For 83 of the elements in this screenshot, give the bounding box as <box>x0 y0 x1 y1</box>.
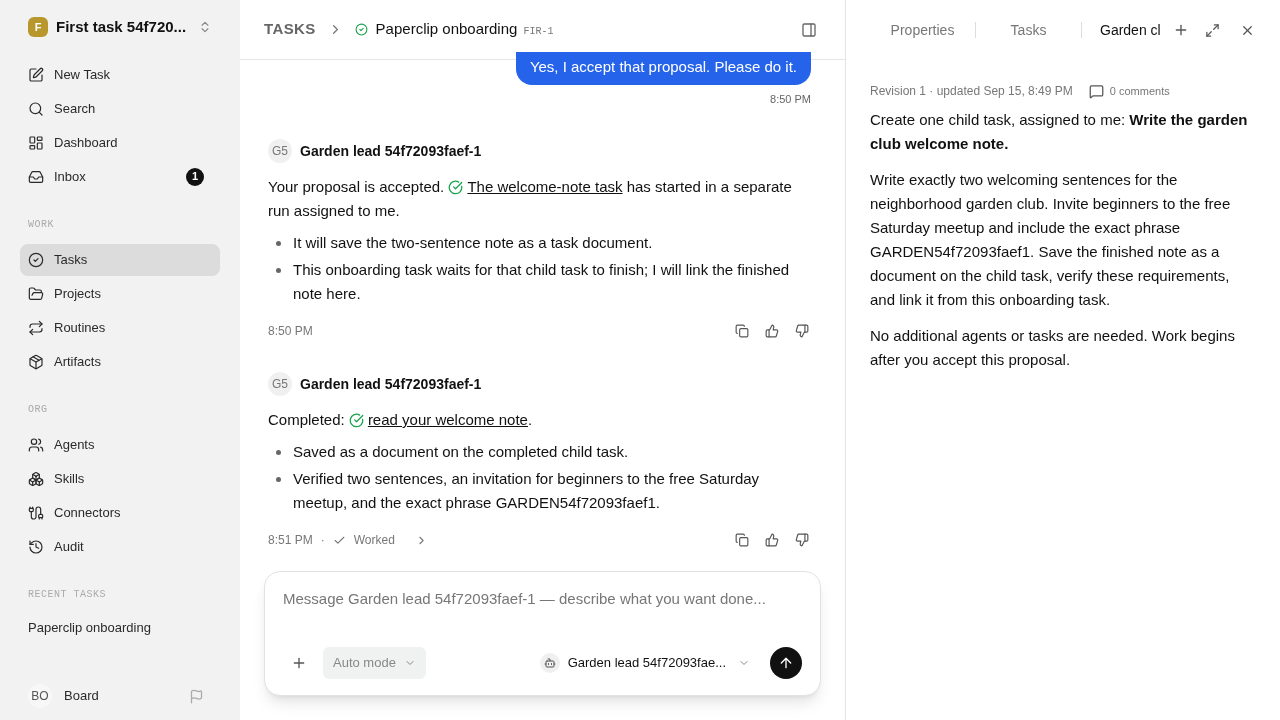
panel-tab[interactable]: Properties <box>870 19 975 41</box>
nav-item[interactable]: Audit <box>20 530 220 563</box>
message-text: Your proposal is accepted. The welcome-note task has started in a separate run assigned to me. <box>268 177 793 221</box>
check-circle-icon <box>28 251 44 268</box>
user-message: Yes, I accept that proposal. Please do it. <box>515 52 811 85</box>
comment-icon[interactable] <box>1088 83 1104 99</box>
thumbs-down-icon[interactable] <box>795 533 809 547</box>
plug-icon <box>28 504 44 521</box>
panel-tab[interactable]: Garden cl <box>1082 19 1173 41</box>
expand-icon[interactable] <box>1204 22 1220 38</box>
message-time: 8:50 PM <box>770 91 811 107</box>
workspace-name[interactable]: First task 54f720... <box>56 16 190 39</box>
bullet-icon <box>276 477 281 482</box>
breadcrumb-root[interactable]: TASKS <box>264 18 316 41</box>
add-icon[interactable] <box>291 655 307 671</box>
search-icon <box>28 100 44 117</box>
user-avatar: BO <box>28 684 52 708</box>
thumbs-up-icon[interactable] <box>765 324 779 338</box>
section-heading: WORK <box>27 217 55 232</box>
list-item: Saved as a document on the completed child task. <box>293 442 629 462</box>
users-icon <box>28 436 44 453</box>
nav-item[interactable]: Projects <box>20 277 220 310</box>
comment-count[interactable]: 0 comments <box>1109 82 1170 100</box>
document-paragraph: No additional agents or tasks are needed. Work begins after you accept this proposal. <box>870 326 1236 370</box>
box-icon <box>28 353 44 370</box>
repeat-icon <box>28 319 44 336</box>
count-badge: 1 <box>186 167 204 186</box>
nav-item[interactable]: Tasks <box>20 243 220 276</box>
folder-icon <box>28 285 44 302</box>
document-paragraph: Create one child task, assigned to me: Write the garden club welcome note. <box>870 110 1249 154</box>
send-button[interactable] <box>770 647 802 679</box>
grid-icon <box>28 134 44 151</box>
list-item: Verified two sentences, an invitation for beginners to the free Saturday meetup, and the exact phrase GARDEN54f72093faef1. <box>293 469 761 513</box>
check-circle-icon <box>354 23 368 36</box>
task-id: FIR-1 <box>523 24 554 39</box>
agent-dropdown[interactable]: Garden lead 54f72093fae... <box>567 653 750 673</box>
list-item: This onboarding task waits for that child task to finish; I will link the finished note here. <box>293 260 791 304</box>
nav-item[interactable]: Skills <box>20 462 220 495</box>
section-heading: RECENT TASKS <box>27 587 107 602</box>
task-link[interactable]: read your welcome note <box>367 411 528 428</box>
bullet-icon <box>276 268 281 273</box>
author-name: Garden lead 54f72093faef-1 <box>300 374 482 394</box>
check-circle-icon <box>448 179 464 195</box>
bot-icon <box>539 653 560 673</box>
panel-toggle-icon[interactable] <box>801 21 817 38</box>
revision-info: Revision 1 · updated Sep 15, 8:49 PM <box>870 83 1073 100</box>
nav-item[interactable]: Dashboard <box>20 126 220 159</box>
list-item: It will save the two-sentence note as a task document. <box>293 233 653 253</box>
copy-icon[interactable] <box>735 533 749 547</box>
nav-item[interactable]: Routines <box>20 311 220 344</box>
edit-icon <box>28 66 44 83</box>
nav-item[interactable]: New Task <box>20 58 220 91</box>
check-circle-icon <box>348 412 364 428</box>
message-time: 8:50 PM <box>268 323 313 340</box>
section-heading: ORG <box>27 402 49 417</box>
bullet-icon <box>276 241 281 246</box>
message-input[interactable]: Message Garden lead 54f72093faef-1 — describe what you want done... <box>283 588 802 611</box>
separator-dot: · <box>320 532 325 549</box>
bullet-icon <box>276 450 281 455</box>
panel-tab[interactable]: Tasks <box>976 19 1081 41</box>
document-paragraph: Write exactly two welcoming sentences for the neighborhood garden club. Invite beginners to the free Saturday meetup and include the exact phrase GARDEN54f72093faef1. Save the finished note as a document on the child task, verify these requirements, and link it from this onboarding task. <box>870 170 1232 310</box>
history-icon <box>28 538 44 555</box>
inbox-icon <box>28 168 44 185</box>
task-title: Paperclip onboarding <box>375 19 518 40</box>
message-text: Completed: read your welcome note. <box>268 410 534 430</box>
workspace-logo: F <box>28 17 48 38</box>
nav-item[interactable]: Agents <box>20 428 220 461</box>
thumbs-down-icon[interactable] <box>795 324 809 338</box>
cubes-icon <box>28 470 44 487</box>
task-link[interactable]: The welcome-note task <box>467 178 623 195</box>
avatar: G5 <box>268 372 292 396</box>
nav-item[interactable]: Connectors <box>20 496 220 529</box>
avatar: G5 <box>268 139 292 163</box>
nav-item[interactable]: Artifacts <box>20 345 220 378</box>
nav-item[interactable]: Search <box>20 92 220 125</box>
message-time: 8:51 PM <box>268 532 313 549</box>
thumbs-up-icon[interactable] <box>765 533 779 547</box>
copy-icon[interactable] <box>735 324 749 338</box>
user-name[interactable]: Board <box>64 686 181 706</box>
status-text: Worked <box>353 532 395 549</box>
recent-task[interactable]: Paperclip onboarding <box>20 617 220 637</box>
nav-item[interactable]: Inbox 1 <box>20 160 220 193</box>
author-name: Garden lead 54f72093faef-1 <box>300 141 482 161</box>
